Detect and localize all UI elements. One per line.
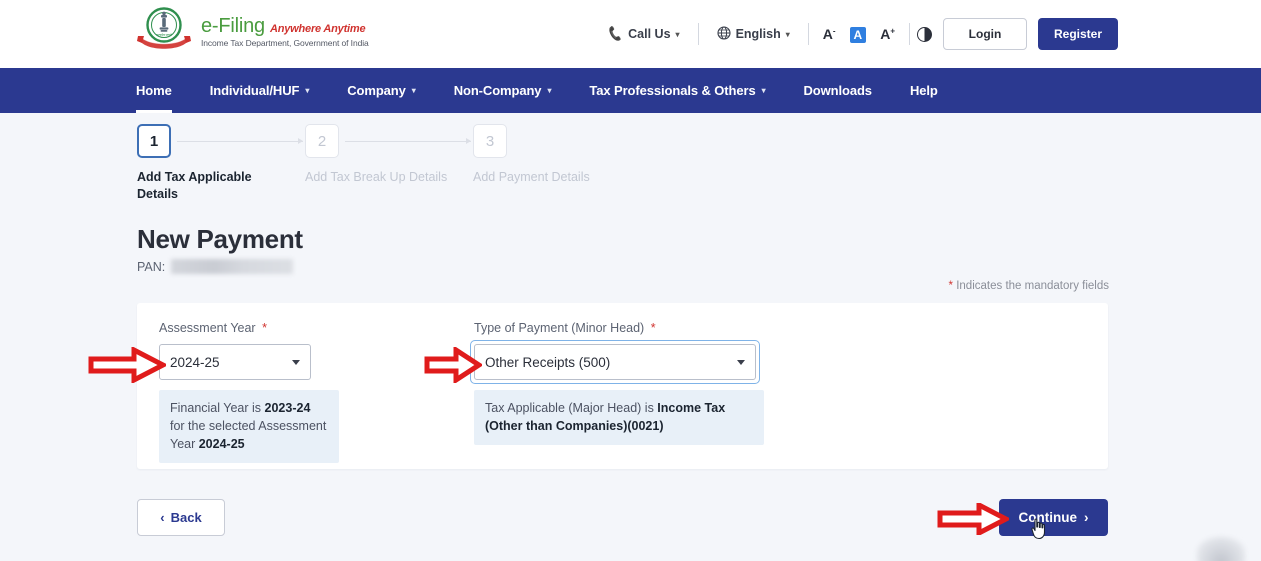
chevron-down-icon xyxy=(292,359,300,365)
nav-item-help[interactable]: Help xyxy=(910,68,938,113)
nav-label: Individual/HUF xyxy=(209,83,300,98)
chevron-down-icon xyxy=(737,359,745,365)
required-asterisk: * xyxy=(262,321,267,335)
mandatory-asterisk: * xyxy=(948,280,954,292)
nav-item-home[interactable]: Home xyxy=(136,68,172,113)
page-root: सत्यमेव जयते e-Filing Anywhere Anytime I… xyxy=(0,0,1261,561)
step-2-number[interactable]: 2 xyxy=(305,124,339,158)
language-menu[interactable]: English ▾ xyxy=(706,25,801,43)
pan-label: PAN: xyxy=(137,259,166,274)
font-increase-label: A xyxy=(880,26,891,42)
info-prefix: Financial Year is xyxy=(170,401,265,415)
font-increase-button[interactable]: A+ xyxy=(873,26,902,42)
call-us-label: Call Us xyxy=(628,27,671,41)
info-financial-year: 2023-24 xyxy=(264,401,311,415)
header-utilities: 📞 Call Us ▾ English ▾ A- A A+ Login Regi… xyxy=(597,0,1118,68)
phone-icon: 📞 xyxy=(606,25,625,43)
brand-department-text: Income Tax Department, Government of Ind… xyxy=(201,37,369,48)
nav-item-individual-huf[interactable]: Individual/HUF ▾ xyxy=(210,68,310,113)
globe-icon xyxy=(717,25,731,43)
type-of-payment-field: Type of Payment (Minor Head) * Other Rec… xyxy=(470,321,764,445)
back-button[interactable]: ‹ Back xyxy=(137,499,225,536)
language-label: English xyxy=(735,27,781,41)
nav-item-tax-professionals[interactable]: Tax Professionals & Others ▾ xyxy=(589,68,765,113)
type-of-payment-label: Type of Payment (Minor Head) * xyxy=(474,321,764,335)
font-normal-label: A xyxy=(849,27,867,43)
nav-label: Non-Company xyxy=(453,83,542,98)
mandatory-note-text: Indicates the mandatory fields xyxy=(956,280,1109,292)
header-divider-1 xyxy=(697,23,699,45)
stepper-arrow-1-icon xyxy=(298,137,303,144)
pan-value-masked xyxy=(171,259,294,274)
assessment-year-label-text: Assessment Year xyxy=(159,321,256,335)
nav-item-downloads[interactable]: Downloads xyxy=(803,68,873,113)
continue-button[interactable]: Continue › xyxy=(999,499,1108,536)
info-middle: for the selected Assessment Year xyxy=(170,419,327,451)
continue-button-label: Continue xyxy=(1018,510,1078,525)
step-1-label: Add Tax Applicable Details xyxy=(137,170,252,201)
assessment-year-info: Financial Year is 2023-24 for the select… xyxy=(159,390,339,463)
nav-label: Company xyxy=(347,83,406,98)
chevron-down-icon: ▾ xyxy=(675,29,680,39)
nav-label: Downloads xyxy=(803,83,873,98)
chevron-down-icon: ▾ xyxy=(785,29,790,39)
back-button-label: Back xyxy=(170,510,202,525)
stepper-labels: Add Tax Applicable Details Add Tax Break… xyxy=(137,169,697,207)
assessment-year-value: 2024-25 xyxy=(170,354,220,370)
mandatory-fields-note: * Indicates the mandatory fields xyxy=(949,280,1109,292)
main-navigation: Home Individual/HUF ▾ Company ▾ Non-Comp… xyxy=(0,68,1261,113)
brand-tagline: Anywhere Anytime xyxy=(269,22,366,35)
stepper-connector-2 xyxy=(345,141,471,142)
chat-widget[interactable] xyxy=(1197,537,1245,561)
brand-efiling-text: e-Filing xyxy=(201,14,265,37)
assessment-year-field: Assessment Year * 2024-25 Financial Year… xyxy=(159,321,339,463)
chevron-down-icon: ▾ xyxy=(305,86,310,95)
type-of-payment-select[interactable]: Other Receipts (500) xyxy=(474,344,756,380)
form-card: Assessment Year * 2024-25 Financial Year… xyxy=(137,303,1108,469)
step-1-number[interactable]: 1 xyxy=(137,124,171,158)
contrast-toggle-icon[interactable] xyxy=(917,26,932,42)
info-assessment-year: 2024-25 xyxy=(198,437,245,451)
login-button[interactable]: Login xyxy=(943,18,1027,50)
brand-text-block: e-Filing Anywhere Anytime Income Tax Dep… xyxy=(201,13,369,48)
svg-text:सत्यमेव जयते: सत्यमेव जयते xyxy=(156,33,172,37)
nav-item-non-company[interactable]: Non-Company ▾ xyxy=(454,68,552,113)
income-tax-emblem-icon: सत्यमेव जयते xyxy=(136,6,192,54)
type-of-payment-value: Other Receipts (500) xyxy=(485,354,611,370)
assessment-year-label: Assessment Year * xyxy=(159,321,339,335)
info-prefix: Tax Applicable (Major Head) is xyxy=(485,401,658,415)
stepper-indicators: 1 2 3 xyxy=(137,124,697,158)
chevron-down-icon: ▾ xyxy=(411,86,416,95)
font-decrease-button[interactable]: A- xyxy=(816,26,843,42)
chevron-left-icon: ‹ xyxy=(160,510,165,525)
site-header: सत्यमेव जयते e-Filing Anywhere Anytime I… xyxy=(0,0,1261,68)
call-us-menu[interactable]: 📞 Call Us ▾ xyxy=(597,25,690,43)
font-decrease-label: A xyxy=(822,26,833,42)
register-button[interactable]: Register xyxy=(1038,18,1118,50)
header-divider-3 xyxy=(909,23,910,45)
nav-label: Help xyxy=(909,83,938,98)
chevron-down-icon: ▾ xyxy=(547,86,552,95)
type-of-payment-select-wrap: Other Receipts (500) xyxy=(470,340,760,384)
font-normal-button[interactable]: A xyxy=(843,26,874,43)
nav-item-company[interactable]: Company ▾ xyxy=(347,68,416,113)
chevron-down-icon: ▾ xyxy=(761,86,766,95)
chevron-right-icon: › xyxy=(1084,510,1089,525)
nav-label: Tax Professionals & Others xyxy=(589,83,756,98)
type-of-payment-info: Tax Applicable (Major Head) is Income Ta… xyxy=(474,390,764,445)
stepper-arrow-2-icon xyxy=(466,137,471,144)
assessment-year-select[interactable]: 2024-25 xyxy=(159,344,311,380)
step-3-number[interactable]: 3 xyxy=(473,124,507,158)
step-2-label: Add Tax Break Up Details xyxy=(305,170,448,184)
nav-label: Home xyxy=(136,83,172,98)
type-of-payment-label-text: Type of Payment (Minor Head) xyxy=(474,321,645,335)
stepper-connector-1 xyxy=(177,141,303,142)
page-title: New Payment xyxy=(137,224,303,254)
brand-logo[interactable]: सत्यमेव जयते e-Filing Anywhere Anytime I… xyxy=(136,6,369,54)
step-3-label: Add Payment Details xyxy=(473,170,590,184)
progress-stepper: 1 2 3 Add Tax Applicable Details Add Tax… xyxy=(137,124,697,207)
required-asterisk: * xyxy=(650,321,656,335)
pan-row: PAN: xyxy=(137,259,294,274)
header-divider-2 xyxy=(807,23,809,45)
